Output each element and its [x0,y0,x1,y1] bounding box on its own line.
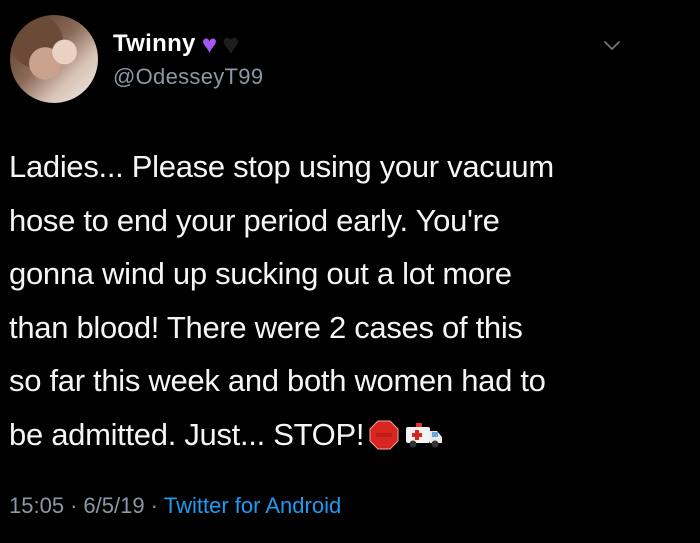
display-name[interactable]: Twinny [113,30,196,58]
tweet-line-text: be admitted. Just... STOP! [9,416,365,452]
tweet-line-last: be admitted. Just... STOP! [9,408,669,468]
tweet-time[interactable]: 15:05 [9,493,64,519]
tweet-text: Ladies... Please stop using your vacuum … [9,140,669,467]
tweet-line: Ladies... Please stop using your vacuum [9,149,554,184]
separator: · [150,493,158,518]
tweet-date[interactable]: 6/5/19 [83,493,144,519]
name-row: Twinny ♥ ♥ [113,28,263,60]
chevron-down-icon[interactable] [601,38,623,54]
tweet-line: hose to end your period early. You're [9,202,500,238]
client-link[interactable]: Twitter for Android [164,493,341,519]
tweet-line: gonna wind up sucking out a lot more [9,256,512,291]
author-block: Twinny ♥ ♥ @OdesseyT99 [113,28,263,90]
separator: · [70,493,78,518]
tweet-card: Twinny ♥ ♥ @OdesseyT99 Ladies... Please … [0,0,700,543]
stop-sign-icon [368,414,400,468]
avatar[interactable] [10,15,98,103]
tweet-line: so far this week and both women had to [9,363,546,398]
ambulance-icon [404,414,444,468]
purple-heart-icon: ♥ [201,29,218,59]
user-handle[interactable]: @OdesseyT99 [113,64,263,90]
tweet-meta: 15:05 · 6/5/19 · Twitter for Android [9,493,341,519]
black-heart-icon: ♥ [223,29,239,59]
tweet-line: than blood! There were 2 cases of this [9,309,523,345]
